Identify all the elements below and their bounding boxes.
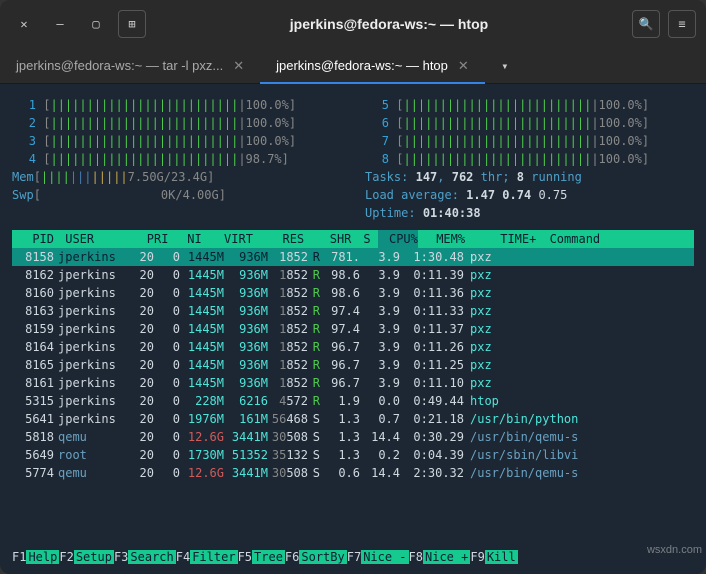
process-row[interactable]: 8162jperkins2001445M936M1852R98.63.90:11… [12,266,694,284]
fkey-F9[interactable]: F9 [470,550,484,564]
process-row[interactable]: 8158jperkins2001445M936M1852R781.3.91:30… [12,248,694,266]
col-cpu[interactable]: CPU% [378,230,418,248]
process-list[interactable]: 8158jperkins2001445M936M1852R781.3.91:30… [12,248,694,482]
fkey-F3[interactable]: F3 [114,550,128,564]
search-button[interactable]: 🔍 [632,10,660,38]
cpu-meter-5: 5 [|||||||||||||||||||||||||||100.0%] [365,96,694,114]
fkey-F5[interactable]: F5 [238,550,252,564]
swp-meter: Swp[0K/4.00G] [12,186,341,204]
tab-tar[interactable]: jperkins@fedora-ws:~ — tar -l pxz... ✕ [0,48,260,83]
process-row[interactable]: 8164jperkins2001445M936M1852R96.73.90:11… [12,338,694,356]
close-icon: ✕ [20,17,27,31]
cpu-meter-1: 1 [|||||||||||||||||||||||||||100.0%] [12,96,341,114]
fkey-F2[interactable]: F2 [59,550,73,564]
col-ni[interactable]: NI [176,230,202,248]
cpu-meter-6: 6 [|||||||||||||||||||||||||||100.0%] [365,114,694,132]
process-header[interactable]: PID USER PRI NI VIRT RES SHR S CPU% MEM%… [12,230,694,248]
watermark: wsxdn.com [647,542,702,559]
tab-label: jperkins@fedora-ws:~ — htop [276,58,448,73]
fkey-F7[interactable]: F7 [347,550,361,564]
chevron-down-icon: ▾ [501,59,508,73]
search-icon: 🔍 [639,17,654,31]
tab-close-icon[interactable]: ✕ [458,58,469,74]
new-tab-button[interactable]: ⊞ [118,10,146,38]
maximize-icon: ▢ [92,17,99,31]
load-line: Load average: 1.47 0.74 0.75 [365,186,694,204]
col-pri[interactable]: PRI [136,230,168,248]
cpu-meter-2: 2 [|||||||||||||||||||||||||||100.0%] [12,114,341,132]
new-tab-icon: ⊞ [128,17,135,31]
fkey-label: Help [26,550,59,564]
minimize-button[interactable]: — [46,10,74,38]
meters: 1 [|||||||||||||||||||||||||||100.0%]2 [… [12,96,694,222]
process-row[interactable]: 5818qemu20012.6G3441M30508S1.314.40:30.2… [12,428,694,446]
cpu-meter-3: 3 [|||||||||||||||||||||||||||100.0%] [12,132,341,150]
fkey-label: Kill [485,550,518,564]
col-user[interactable]: USER [65,230,129,248]
fkey-label: Setup [74,550,114,564]
tab-bar: jperkins@fedora-ws:~ — tar -l pxz... ✕ j… [0,48,706,84]
mem-meter: Mem[||||||||||||7.50G/23.4G] [12,168,341,186]
tasks-line: Tasks: 147, 762 thr; 8 running [365,168,694,186]
close-button[interactable]: ✕ [10,10,38,38]
process-row[interactable]: 5649root2001730M5135235132S1.30.20:04.39… [12,446,694,464]
terminal-window: ✕ — ▢ ⊞ jperkins@fedora-ws:~ — htop 🔍 ≡ … [0,0,706,574]
fkey-label: SortBy [299,550,346,564]
maximize-button[interactable]: ▢ [82,10,110,38]
fkey-label: Filter [190,550,237,564]
fkey-F1[interactable]: F1 [12,550,26,564]
process-row[interactable]: 8161jperkins2001445M936M1852R96.73.90:11… [12,374,694,392]
fkey-label: Tree [252,550,285,564]
process-row[interactable]: 8165jperkins2001445M936M1852R96.73.90:11… [12,356,694,374]
col-shr[interactable]: SHR [311,230,351,248]
tab-label: jperkins@fedora-ws:~ — tar -l pxz... [16,58,223,73]
col-res[interactable]: RES [260,230,304,248]
fkey-label: Search [128,550,175,564]
fkey-label: Nice + [423,550,470,564]
col-cmd[interactable]: Command [550,230,601,248]
col-s[interactable]: S [359,230,371,248]
menu-icon: ≡ [678,17,685,31]
process-row[interactable]: 8163jperkins2001445M936M1852R97.43.90:11… [12,302,694,320]
fkey-label: Nice - [361,550,408,564]
process-row[interactable]: 5641jperkins2001976M161M56468S1.30.70:21… [12,410,694,428]
menu-button[interactable]: ≡ [668,10,696,38]
fkey-F8[interactable]: F8 [409,550,423,564]
uptime-line: Uptime: 01:40:38 [365,204,694,222]
tab-close-icon[interactable]: ✕ [233,58,244,74]
col-time[interactable]: TIME+ [472,230,536,248]
terminal-content[interactable]: 1 [|||||||||||||||||||||||||||100.0%]2 [… [0,84,706,574]
tab-htop[interactable]: jperkins@fedora-ws:~ — htop ✕ [260,48,485,83]
col-mem[interactable]: MEM% [425,230,465,248]
process-row[interactable]: 5774qemu20012.6G3441M30508S0.614.42:30.3… [12,464,694,482]
process-row[interactable]: 5315jperkins200228M62164572R1.90.00:49.4… [12,392,694,410]
process-row[interactable]: 8160jperkins2001445M936M1852R98.63.90:11… [12,284,694,302]
function-keys: F1HelpF2SetupF3SearchF4FilterF5TreeF6Sor… [12,548,694,566]
fkey-F4[interactable]: F4 [176,550,190,564]
cpu-meter-4: 4 [|||||||||||||||||||||||||||98.7%] [12,150,341,168]
process-row[interactable]: 8159jperkins2001445M936M1852R97.43.90:11… [12,320,694,338]
col-virt[interactable]: VIRT [209,230,253,248]
cpu-meter-8: 8 [|||||||||||||||||||||||||||100.0%] [365,150,694,168]
cpu-meter-7: 7 [|||||||||||||||||||||||||||100.0%] [365,132,694,150]
titlebar: ✕ — ▢ ⊞ jperkins@fedora-ws:~ — htop 🔍 ≡ [0,0,706,48]
fkey-F6[interactable]: F6 [285,550,299,564]
minimize-icon: — [56,17,63,31]
col-pid[interactable]: PID [12,230,54,248]
window-title: jperkins@fedora-ws:~ — htop [154,16,624,32]
tabs-expand-button[interactable]: ▾ [485,48,525,83]
